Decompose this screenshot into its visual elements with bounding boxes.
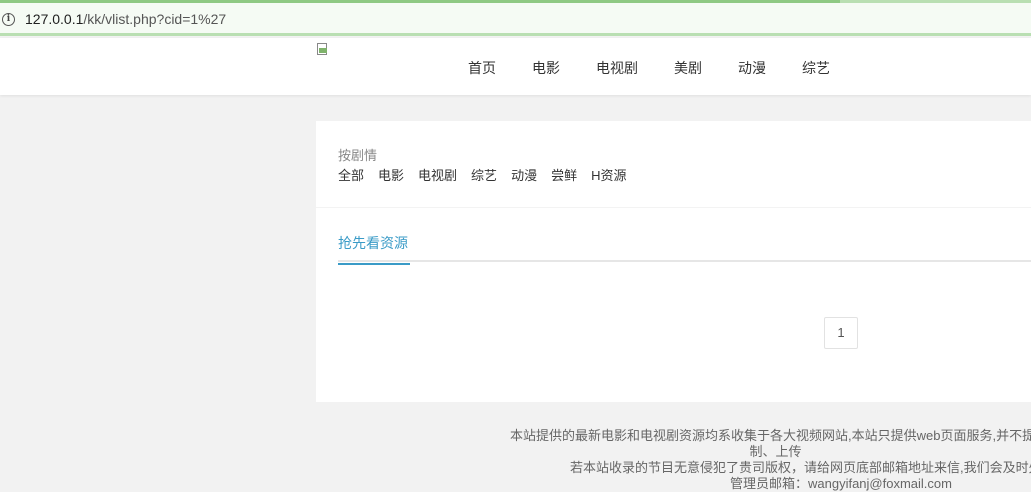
footer-line-2: 制、上传 <box>749 444 802 459</box>
nav-item-tv[interactable]: 电视剧 <box>596 58 638 78</box>
site-header: 首页 电影 电视剧 美剧 动漫 综艺 <box>0 38 1031 95</box>
content-card: 按剧情 全部 电影 电视剧 综艺 动漫 尝鲜 H资源 抢先看资源 1 <box>316 121 1031 402</box>
divider <box>316 207 1031 208</box>
footer-line-4: 管理员邮箱：wangyifanj@foxmail.com <box>730 476 952 491</box>
nav-item-anime[interactable]: 动漫 <box>738 58 766 78</box>
broken-logo-image-icon[interactable] <box>316 43 330 57</box>
filter-label: 按剧情 <box>338 148 378 163</box>
filter-item-movie[interactable]: 电影 <box>378 165 404 184</box>
nav-item-movie[interactable]: 电影 <box>532 58 560 78</box>
nav-item-home[interactable]: 首页 <box>468 58 496 78</box>
filter-item-all[interactable]: 全部 <box>338 165 364 184</box>
pagination-page-button[interactable]: 1 <box>824 317 858 349</box>
url-host: 127.0.0.1 <box>25 11 84 27</box>
filter-item-variety[interactable]: 综艺 <box>471 165 497 184</box>
main-nav: 首页 电影 电视剧 美剧 动漫 综艺 <box>468 58 866 78</box>
url-path: /kk/vlist.php?cid=1%27 <box>83 11 227 27</box>
tab-bar: 抢先看资源 <box>338 229 1031 265</box>
nav-item-variety[interactable]: 综艺 <box>802 58 830 78</box>
filter-item-tv[interactable]: 电视剧 <box>418 165 457 184</box>
footer: 本站提供的最新电影和电视剧资源均系收集于各大视频网站,本站只提供web页面服务,… <box>480 428 1031 492</box>
footer-line-1: 本站提供的最新电影和电视剧资源均系收集于各大视频网站,本站只提供web页面服务,… <box>510 428 1031 443</box>
page-load-progress <box>0 0 840 3</box>
url-field[interactable]: 127.0.0.1/kk/vlist.php?cid=1%27 <box>25 11 226 27</box>
nav-item-us-drama[interactable]: 美剧 <box>674 58 702 78</box>
filter-row: 全部 电影 电视剧 综艺 动漫 尝鲜 H资源 <box>338 165 640 184</box>
tab-early-access[interactable]: 抢先看资源 <box>338 233 410 265</box>
address-bar[interactable]: i 127.0.0.1/kk/vlist.php?cid=1%27 <box>0 0 1031 36</box>
filter-item-anime[interactable]: 动漫 <box>511 165 537 184</box>
info-icon[interactable]: i <box>2 13 15 26</box>
filter-item-preview[interactable]: 尝鲜 <box>551 165 577 184</box>
footer-line-3: 若本站收录的节目无意侵犯了贵司版权，请给网页底部邮箱地址来信,我们会及时处理 <box>570 460 1031 475</box>
filter-item-h-resource[interactable]: H资源 <box>591 165 626 184</box>
